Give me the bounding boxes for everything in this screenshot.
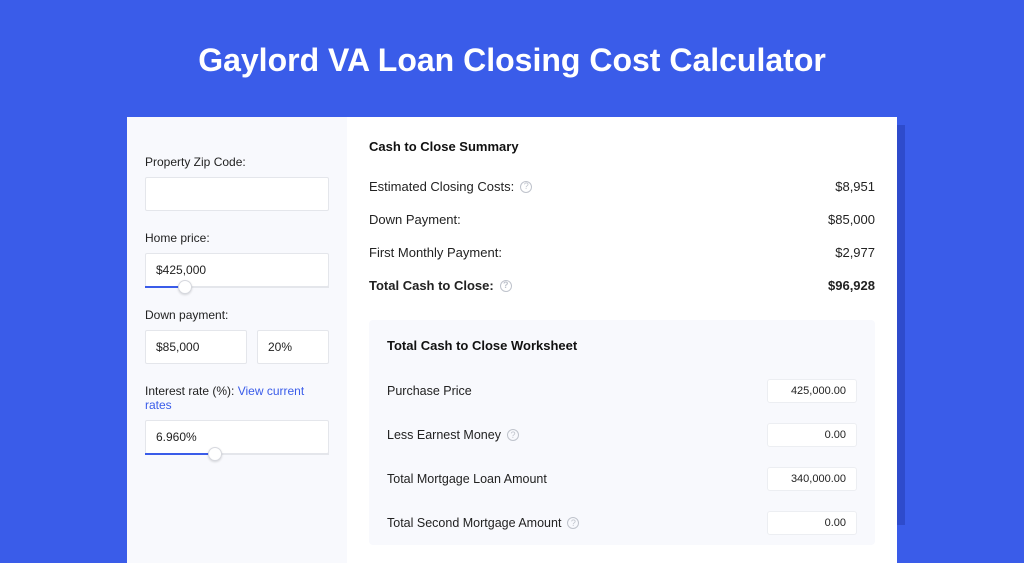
summary-label: Down Payment: (369, 212, 461, 227)
summary-total-row: Total Cash to Close: ? $96,928 (369, 269, 875, 302)
down-payment-percent-box[interactable] (257, 330, 329, 364)
summary-total-label: Total Cash to Close: (369, 278, 494, 293)
summary-row: Estimated Closing Costs: ? $8,951 (369, 170, 875, 203)
worksheet-label: Purchase Price (387, 384, 472, 398)
worksheet-value-box[interactable]: 0.00 (767, 423, 857, 447)
home-price-input-box[interactable] (145, 253, 329, 287)
home-price-label: Home price: (145, 231, 329, 245)
interest-rate-label-text: Interest rate (%): (145, 384, 238, 398)
home-price-field: Home price: (145, 231, 329, 288)
summary-label: First Monthly Payment: (369, 245, 502, 260)
home-price-slider[interactable] (145, 286, 329, 288)
interest-rate-field: Interest rate (%): View current rates (145, 384, 329, 455)
interest-rate-slider-fill (145, 453, 215, 455)
interest-rate-slider-thumb[interactable] (208, 447, 222, 461)
worksheet-heading: Total Cash to Close Worksheet (387, 338, 857, 353)
summary-heading: Cash to Close Summary (369, 139, 875, 154)
calculator-card-wrap: Property Zip Code: Home price: Down paym… (127, 117, 897, 563)
zip-label: Property Zip Code: (145, 155, 329, 169)
interest-rate-input[interactable] (156, 430, 318, 444)
zip-field: Property Zip Code: (145, 155, 329, 211)
interest-rate-label: Interest rate (%): View current rates (145, 384, 329, 412)
worksheet-row: Less Earnest Money ? 0.00 (387, 413, 857, 457)
down-payment-amount-input[interactable] (156, 340, 236, 354)
down-payment-percent-input[interactable] (268, 340, 318, 354)
worksheet-row: Purchase Price 425,000.00 (387, 369, 857, 413)
summary-value: $8,951 (835, 179, 875, 194)
inputs-sidebar: Property Zip Code: Home price: Down paym… (127, 117, 347, 563)
worksheet-label: Total Second Mortgage Amount (387, 516, 561, 530)
worksheet-section: Total Cash to Close Worksheet Purchase P… (369, 320, 875, 545)
worksheet-value-box[interactable]: 425,000.00 (767, 379, 857, 403)
worksheet-value-box[interactable]: 0.00 (767, 511, 857, 535)
interest-rate-slider[interactable] (145, 453, 329, 455)
worksheet-value-box[interactable]: 340,000.00 (767, 467, 857, 491)
results-main: Cash to Close Summary Estimated Closing … (347, 117, 897, 563)
home-price-slider-thumb[interactable] (178, 280, 192, 294)
down-payment-label: Down payment: (145, 308, 329, 322)
down-payment-field: Down payment: (145, 308, 329, 364)
summary-label: Estimated Closing Costs: (369, 179, 514, 194)
page-title: Gaylord VA Loan Closing Cost Calculator (0, 0, 1024, 117)
help-icon[interactable]: ? (507, 429, 519, 441)
summary-row: Down Payment: $85,000 (369, 203, 875, 236)
help-icon[interactable]: ? (520, 181, 532, 193)
summary-value: $2,977 (835, 245, 875, 260)
calculator-card: Property Zip Code: Home price: Down paym… (127, 117, 897, 563)
worksheet-label: Total Mortgage Loan Amount (387, 472, 547, 486)
home-price-input[interactable] (156, 263, 318, 277)
summary-row: First Monthly Payment: $2,977 (369, 236, 875, 269)
summary-value: $85,000 (828, 212, 875, 227)
worksheet-label: Less Earnest Money (387, 428, 501, 442)
summary-total-value: $96,928 (828, 278, 875, 293)
worksheet-row: Total Second Mortgage Amount ? 0.00 (387, 501, 857, 545)
interest-rate-input-box[interactable] (145, 420, 329, 454)
zip-input[interactable] (156, 187, 318, 201)
zip-input-box[interactable] (145, 177, 329, 211)
help-icon[interactable]: ? (500, 280, 512, 292)
down-payment-amount-box[interactable] (145, 330, 247, 364)
worksheet-row: Total Mortgage Loan Amount 340,000.00 (387, 457, 857, 501)
help-icon[interactable]: ? (567, 517, 579, 529)
